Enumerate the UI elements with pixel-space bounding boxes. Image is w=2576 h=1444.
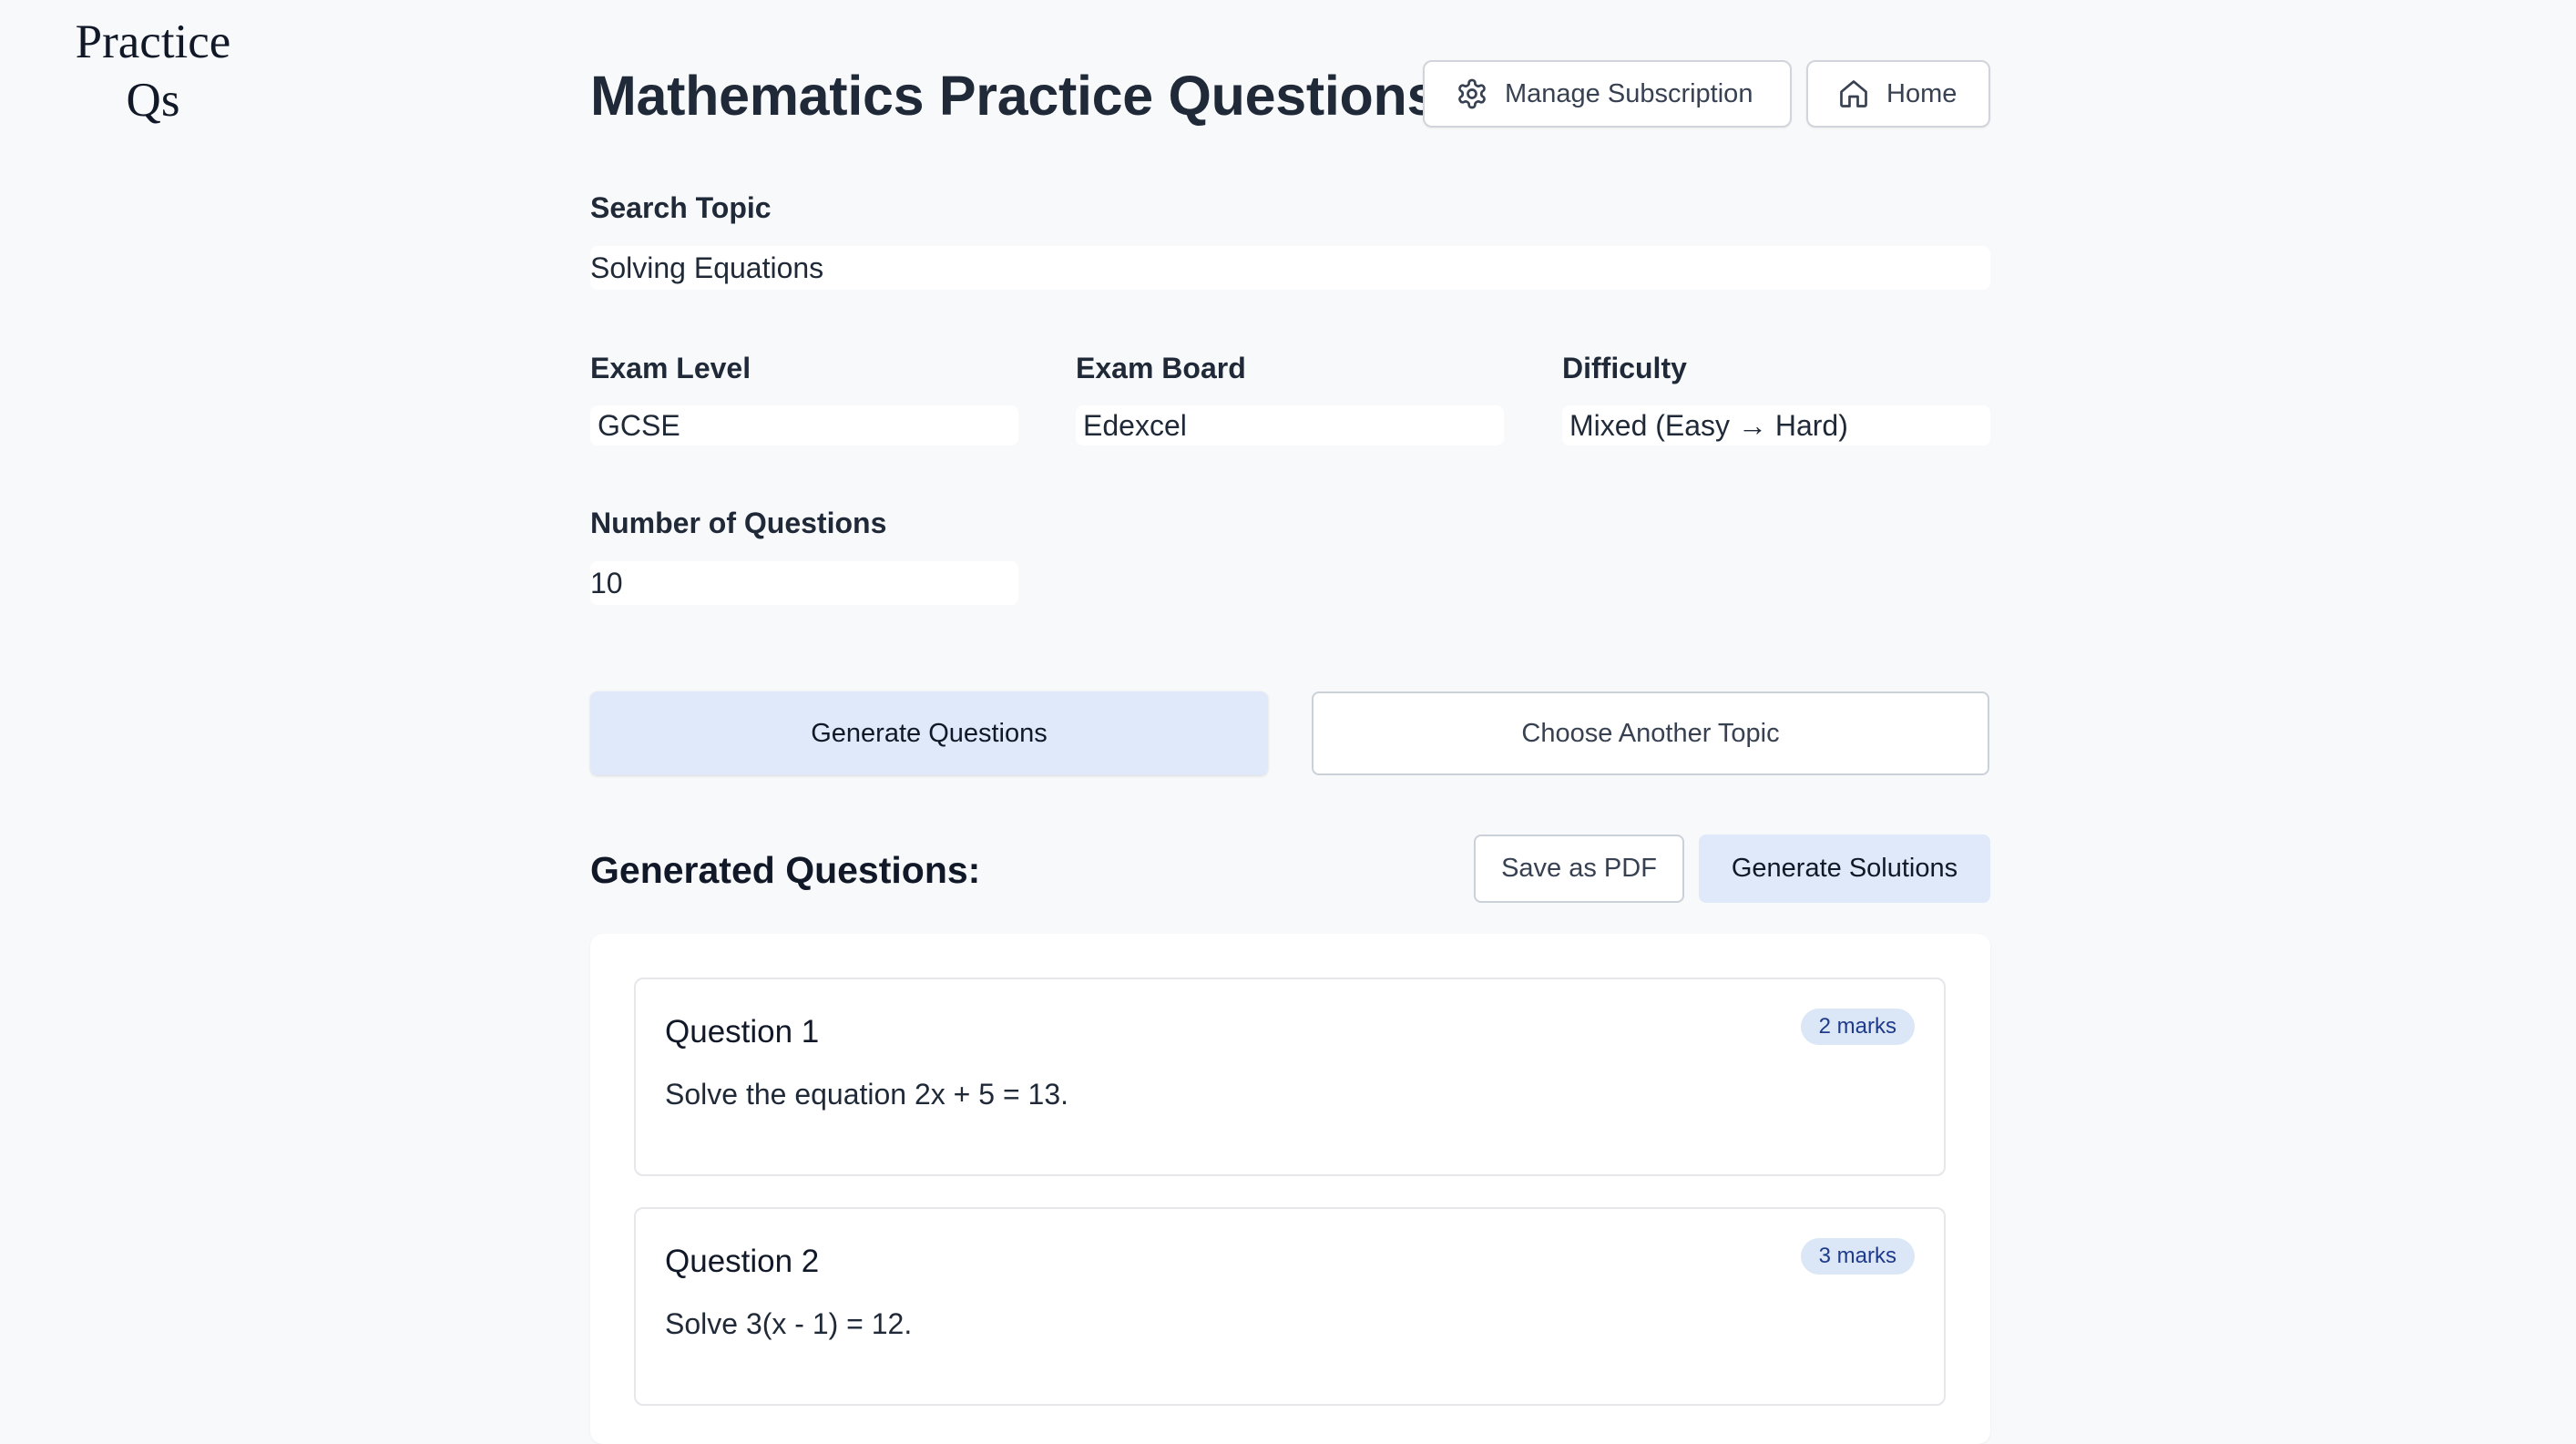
difficulty-select[interactable]: Mixed (Easy → Hard) (1562, 405, 1990, 445)
exam-board-label: Exam Board (1076, 352, 1246, 384)
question-title: Question 2 (665, 1244, 820, 1279)
search-topic-input[interactable]: Solving Equations (590, 246, 1990, 290)
question-card: Question 1 2 marks Solve the equation 2x… (634, 978, 1946, 1176)
page-title: Mathematics Practice Questions (590, 65, 1438, 127)
exam-board-select[interactable]: Edexcel (1076, 405, 1504, 445)
number-of-questions-input[interactable]: 10 (590, 561, 1018, 605)
exam-level-label: Exam Level (590, 352, 751, 384)
home-button[interactable]: Home (1806, 60, 1990, 128)
difficulty-label: Difficulty (1562, 352, 1687, 384)
logo-line-1: Practice (75, 15, 231, 68)
question-text: Solve 3(x - 1) = 12. (665, 1307, 913, 1340)
app-logo[interactable]: Practice Qs (46, 13, 261, 129)
generate-questions-button[interactable]: Generate Questions (590, 691, 1268, 775)
generated-questions-title: Generated Questions: (590, 849, 981, 891)
search-topic-label: Search Topic (590, 191, 772, 224)
question-text: Solve the equation 2x + 5 = 13. (665, 1078, 1068, 1111)
save-as-pdf-button[interactable]: Save as PDF (1474, 835, 1684, 903)
question-title: Question 1 (665, 1014, 820, 1050)
gear-icon (1456, 77, 1488, 110)
marks-badge: 3 marks (1800, 1238, 1915, 1275)
question-card: Question 2 3 marks Solve 3(x - 1) = 12. (634, 1207, 1946, 1406)
home-icon (1837, 77, 1870, 110)
home-label: Home (1886, 78, 1958, 108)
questions-panel: Question 1 2 marks Solve the equation 2x… (590, 934, 1990, 1444)
generate-solutions-button[interactable]: Generate Solutions (1699, 835, 1990, 903)
choose-another-topic-button[interactable]: Choose Another Topic (1312, 691, 1989, 775)
logo-line-2: Qs (126, 74, 180, 127)
number-of-questions-label: Number of Questions (590, 507, 887, 539)
page-header: Mathematics Practice Questions Manage Su… (590, 60, 1990, 131)
exam-level-select[interactable]: GCSE (590, 405, 1018, 445)
marks-badge: 2 marks (1800, 1009, 1915, 1045)
manage-subscription-button[interactable]: Manage Subscription (1423, 60, 1792, 128)
manage-subscription-label: Manage Subscription (1505, 78, 1753, 108)
